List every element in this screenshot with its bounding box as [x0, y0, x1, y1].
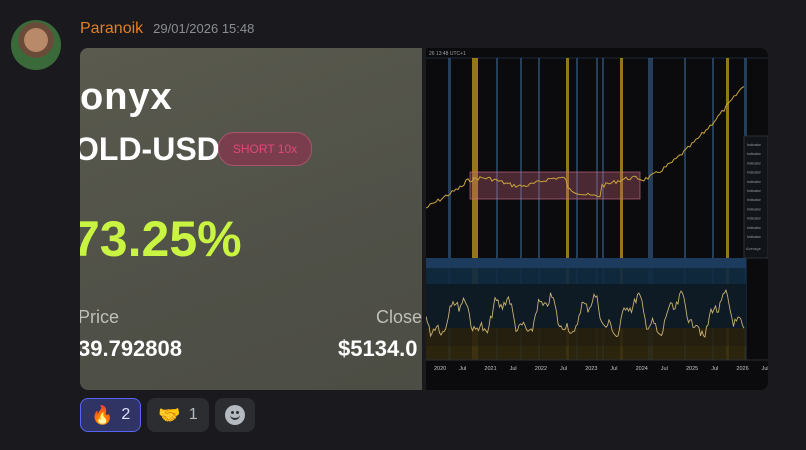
fire-icon: 🔥	[91, 405, 114, 425]
avatar[interactable]	[11, 20, 61, 70]
price-label: Price	[80, 307, 120, 327]
pnl-percent: 73.25%	[80, 211, 242, 267]
timestamp: 29/01/2026 15:48	[153, 21, 255, 36]
x-axis-tick-label: 2021	[484, 366, 496, 372]
highlight-band	[566, 58, 569, 258]
chart-screenshot-image[interactable]: 26 13:48 UTC+1 Indicator Indicator Indicat…	[426, 48, 768, 390]
attachments: onyx OLD-USD SHORT 10x 73.25% Price 39.7…	[80, 48, 768, 390]
x-axis-tick-label: 2020	[434, 366, 446, 372]
highlight-band	[602, 58, 604, 258]
reaction-handshake[interactable]: 🤝 1	[147, 398, 209, 432]
highlight-band	[648, 58, 653, 258]
x-axis-tick-label: 2026	[736, 366, 748, 372]
closed-value: $5134.0	[338, 336, 418, 361]
chart-header-text: 26 13:48 UTC+1	[429, 51, 466, 57]
x-axis-tick-label: Jul	[459, 366, 466, 372]
highlight-band	[576, 58, 578, 258]
consolidation-box	[469, 171, 641, 200]
legend-row: Indicator	[747, 226, 762, 230]
x-axis-tick-label: 2022	[535, 366, 547, 372]
highlight-band	[620, 58, 623, 258]
x-axis-tick-label: Jul	[510, 366, 517, 372]
trade-card-image[interactable]: onyx OLD-USD SHORT 10x 73.25% Price 39.7…	[80, 48, 422, 390]
handshake-icon: 🤝	[158, 405, 181, 425]
reaction-fire[interactable]: 🔥 2	[80, 398, 142, 432]
highlight-band	[520, 58, 522, 258]
x-axis-tick-label: 2025	[686, 366, 698, 372]
trading-pair: OLD-USD	[80, 131, 220, 167]
highlight-band	[726, 58, 729, 258]
legend-row: Indicator	[747, 198, 762, 202]
legend-row: Indicator	[747, 235, 762, 239]
message-header: Paranoik 29/01/2026 15:48	[80, 20, 254, 44]
closed-label: Closed	[376, 307, 422, 327]
x-axis-tick-label: Jul	[560, 366, 567, 372]
legend-row: Indicator	[747, 207, 762, 211]
highlight-band	[472, 58, 478, 258]
legend-row: Indicator	[747, 152, 762, 156]
highlight-band	[538, 58, 540, 258]
legend-row: Indicator	[747, 143, 762, 147]
highlight-band	[596, 58, 598, 258]
legend-row: Indicator	[747, 217, 762, 221]
x-axis-tick-label: Jul	[762, 366, 768, 372]
highlight-band	[448, 58, 451, 258]
x-axis-tick-label: Jul	[711, 366, 718, 372]
legend-footer: Average	[746, 246, 762, 251]
legend-row: Indicator	[747, 180, 762, 184]
highlight-band	[496, 58, 498, 258]
add-reaction-button[interactable]	[214, 398, 255, 432]
legend-row: Indicator	[747, 189, 762, 193]
x-axis-tick-label: 2023	[585, 366, 597, 372]
reaction-count: 2	[121, 406, 131, 423]
x-axis-tick-label: Jul	[610, 366, 617, 372]
smiley-icon	[224, 405, 245, 425]
username[interactable]: Paranoik	[80, 20, 143, 38]
x-axis-tick-label: 2024	[636, 366, 648, 372]
reactions-bar: 🔥 2 🤝 1	[80, 398, 255, 432]
x-axis-tick-label: Jul	[661, 366, 668, 372]
legend-row: Indicator	[747, 161, 762, 165]
price-value: 39.792808	[80, 336, 182, 361]
position-badge: SHORT 10x	[218, 132, 312, 166]
brand-logo-text: onyx	[80, 76, 173, 118]
legend-row: Indicator	[747, 171, 762, 175]
reaction-count: 1	[188, 406, 198, 423]
price-chart: 26 13:48 UTC+1 IndicatorIndicatorIndicat…	[426, 48, 768, 390]
highlight-band	[684, 58, 686, 258]
highlight-band	[712, 58, 714, 258]
legend-panel: Indicator Indicator Indicator Indicator Indi…	[743, 135, 768, 259]
